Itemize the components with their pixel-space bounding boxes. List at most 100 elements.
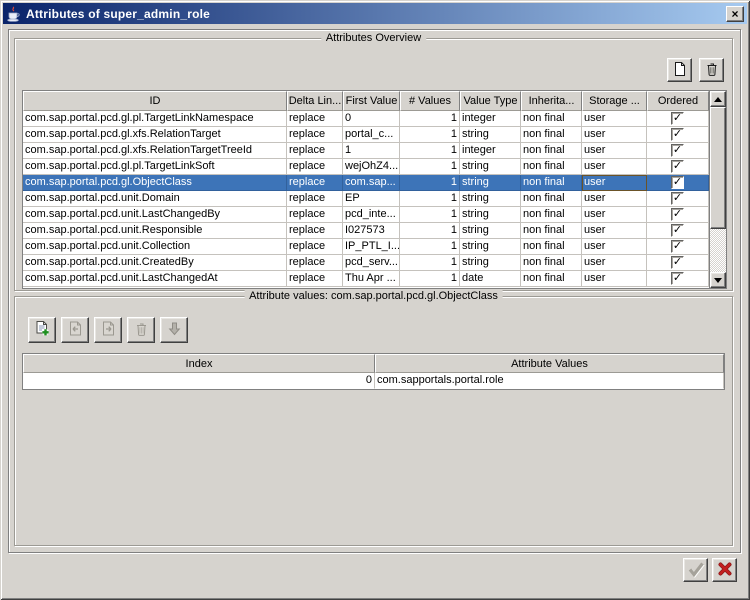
- check-icon: ✓: [673, 225, 682, 235]
- cell-inheritance: non final: [521, 111, 582, 127]
- cell-id: com.sap.portal.pcd.gl.pl.TargetLinkNames…: [23, 111, 287, 127]
- ordered-checkbox[interactable]: ✓: [671, 240, 684, 253]
- cell-delta-link: replace: [287, 159, 343, 175]
- column-header-storage[interactable]: Storage ...: [582, 91, 647, 111]
- cell-delta-link: replace: [287, 207, 343, 223]
- content-panel: Attributes Overview: [8, 29, 741, 553]
- cell-first-value: wejOhZ4...: [343, 159, 400, 175]
- cell-id: com.sap.portal.pcd.unit.CreatedBy: [23, 255, 287, 271]
- cell-num-values: 1: [400, 239, 460, 255]
- cell-inheritance: non final: [521, 143, 582, 159]
- java-coffee-cup-icon: [6, 6, 22, 22]
- attribute-row[interactable]: com.sap.portal.pcd.unit.LastChangedAt re…: [23, 271, 709, 287]
- column-header-first-value[interactable]: First Value: [343, 91, 400, 111]
- cell-value-type: string: [460, 175, 521, 191]
- ordered-checkbox[interactable]: ✓: [671, 160, 684, 173]
- add-value-button[interactable]: [28, 317, 56, 343]
- close-button[interactable]: ×: [726, 6, 744, 22]
- scroll-down-button[interactable]: [710, 272, 726, 288]
- cell-num-values: 1: [400, 143, 460, 159]
- new-page-icon: [672, 61, 688, 80]
- cell-num-values: 1: [400, 207, 460, 223]
- ordered-checkbox[interactable]: ✓: [671, 112, 684, 125]
- cell-delta-link: replace: [287, 223, 343, 239]
- cell-storage: user: [582, 159, 647, 175]
- column-header-ordered[interactable]: Ordered: [647, 91, 709, 111]
- attribute-row[interactable]: com.sap.portal.pcd.gl.pl.TargetLinkSoft …: [23, 159, 709, 175]
- attribute-row[interactable]: com.sap.portal.pcd.unit.Collection repla…: [23, 239, 709, 255]
- cell-num-values: 1: [400, 191, 460, 207]
- cell-first-value: portal_c...: [343, 127, 400, 143]
- cell-first-value: EP: [343, 191, 400, 207]
- ordered-checkbox[interactable]: ✓: [671, 256, 684, 269]
- column-header-id[interactable]: ID: [23, 91, 287, 111]
- attribute-row[interactable]: com.sap.portal.pcd.unit.Responsible repl…: [23, 223, 709, 239]
- cell-ordered: ✓: [647, 255, 709, 271]
- attribute-row[interactable]: com.sap.portal.pcd.gl.xfs.RelationTarget…: [23, 127, 709, 143]
- vertical-scrollbar[interactable]: [709, 91, 726, 288]
- scrollbar-track[interactable]: [710, 107, 726, 272]
- column-header-attribute-values[interactable]: Attribute Values: [375, 354, 724, 373]
- delete-value-button[interactable]: [127, 317, 155, 343]
- column-header-num-values[interactable]: # Values: [400, 91, 460, 111]
- cell-inheritance: non final: [521, 239, 582, 255]
- cell-ordered: ✓: [647, 127, 709, 143]
- column-header-index[interactable]: Index: [23, 354, 375, 373]
- attribute-row[interactable]: com.sap.portal.pcd.unit.Domain replace E…: [23, 191, 709, 207]
- ordered-checkbox[interactable]: ✓: [671, 208, 684, 221]
- cell-id: com.sap.portal.pcd.unit.LastChangedBy: [23, 207, 287, 223]
- cell-delta-link: replace: [287, 143, 343, 159]
- attributes-overview-title: Attributes Overview: [321, 32, 426, 44]
- cell-storage: user: [582, 191, 647, 207]
- value-row[interactable]: 0 com.sapportals.portal.role: [23, 373, 724, 389]
- page-arrow-left-icon: [67, 320, 84, 340]
- cell-first-value: Thu Apr ...: [343, 271, 400, 287]
- attribute-row[interactable]: com.sap.portal.pcd.gl.xfs.RelationTarget…: [23, 143, 709, 159]
- cell-value-type: date: [460, 271, 521, 287]
- column-header-inheritance[interactable]: Inherita...: [521, 91, 582, 111]
- ordered-checkbox[interactable]: ✓: [671, 128, 684, 141]
- column-header-value-type[interactable]: Value Type: [460, 91, 521, 111]
- cell-ordered: ✓: [647, 111, 709, 127]
- cell-id: com.sap.portal.pcd.unit.Domain: [23, 191, 287, 207]
- attribute-row[interactable]: com.sap.portal.pcd.unit.LastChangedBy re…: [23, 207, 709, 223]
- values-table: Index Attribute Values 0 com.sapportals.…: [22, 353, 725, 390]
- ordered-checkbox[interactable]: ✓: [671, 192, 684, 205]
- check-icon: ✓: [673, 257, 682, 267]
- cell-delta-link: replace: [287, 191, 343, 207]
- new-attribute-button[interactable]: [667, 58, 692, 82]
- edit-value-forward-button[interactable]: [94, 317, 122, 343]
- ordered-checkbox[interactable]: ✓: [671, 224, 684, 237]
- cancel-button[interactable]: [712, 558, 737, 582]
- scroll-up-button[interactable]: [710, 91, 726, 107]
- delete-attribute-button[interactable]: [699, 58, 724, 82]
- cell-ordered: ✓: [647, 271, 709, 287]
- ordered-checkbox[interactable]: ✓: [671, 272, 684, 285]
- check-icon: ✓: [673, 273, 682, 283]
- cell-id: com.sap.portal.pcd.unit.Collection: [23, 239, 287, 255]
- cell-id: com.sap.portal.pcd.gl.pl.TargetLinkSoft: [23, 159, 287, 175]
- attribute-row[interactable]: com.sap.portal.pcd.unit.CreatedBy replac…: [23, 255, 709, 271]
- column-header-delta-link[interactable]: Delta Lin...: [287, 91, 343, 111]
- cell-first-value: pcd_inte...: [343, 207, 400, 223]
- move-value-down-button[interactable]: [160, 317, 188, 343]
- attribute-row[interactable]: com.sap.portal.pcd.gl.pl.TargetLinkNames…: [23, 111, 709, 127]
- edit-value-back-button[interactable]: [61, 317, 89, 343]
- page-arrow-right-icon: [100, 320, 117, 340]
- cell-value-type: string: [460, 255, 521, 271]
- cell-delta-link: replace: [287, 239, 343, 255]
- cell-inheritance: non final: [521, 191, 582, 207]
- attribute-row-selected[interactable]: com.sap.portal.pcd.gl.ObjectClass replac…: [23, 175, 709, 191]
- ordered-checkbox[interactable]: ✓: [671, 176, 684, 189]
- ordered-checkbox[interactable]: ✓: [671, 144, 684, 157]
- cell-storage: user: [582, 111, 647, 127]
- cell-first-value: pcd_serv...: [343, 255, 400, 271]
- scrollbar-thumb[interactable]: [710, 107, 726, 229]
- ok-button[interactable]: [683, 558, 708, 582]
- values-table-header: Index Attribute Values: [23, 354, 724, 373]
- cell-value-type: string: [460, 191, 521, 207]
- title-bar[interactable]: Attributes of super_admin_role ×: [3, 3, 747, 24]
- cell-ordered: ✓: [647, 159, 709, 175]
- cell-value-type: integer: [460, 111, 521, 127]
- cell-first-value: 1: [343, 143, 400, 159]
